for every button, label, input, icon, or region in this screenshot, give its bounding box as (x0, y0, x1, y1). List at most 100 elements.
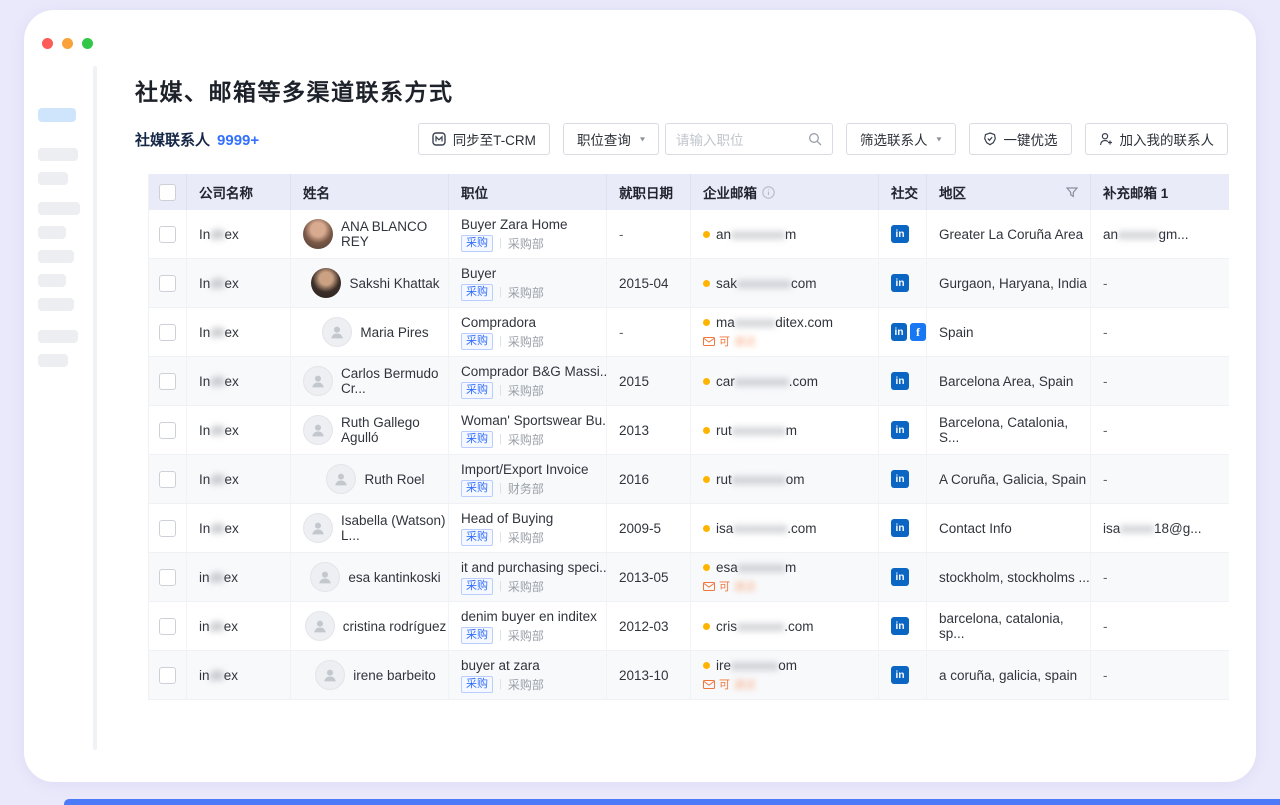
company-email[interactable]: isaxxxxxxxx.com (703, 521, 878, 536)
sidebar-skeleton-item-active[interactable] (38, 108, 76, 122)
company-email[interactable]: sakxxxxxxxxcom (703, 276, 878, 291)
masked-text: dit (210, 374, 224, 389)
linkedin-icon[interactable]: in (891, 323, 907, 341)
company-email[interactable]: anxxxxxxxxm (703, 227, 878, 242)
region: a coruña, galicia, spain (939, 668, 1090, 683)
department-label: 采购部 (508, 627, 544, 644)
row-checkbox[interactable] (159, 275, 176, 292)
info-icon[interactable] (762, 186, 775, 199)
position-tags: 采购|采购部 (461, 431, 606, 448)
linkedin-icon[interactable]: in (891, 372, 909, 390)
row-checkbox[interactable] (159, 324, 176, 341)
facebook-icon[interactable]: f (910, 323, 926, 341)
text-visible: m (785, 227, 796, 242)
company-email[interactable]: maxxxxxxditex.com (703, 315, 878, 330)
position-cell: Buyer Zara Home采购|采购部 (449, 210, 607, 258)
linkedin-icon[interactable]: in (891, 274, 909, 292)
table-row[interactable]: InditexIsabella (Watson) L...Head of Buy… (149, 504, 1229, 553)
company-email[interactable]: carxxxxxxxx.com (703, 374, 878, 389)
linkedin-icon[interactable]: in (891, 519, 909, 537)
extra-email[interactable]: anxxxxxxgm... (1103, 227, 1228, 242)
position-title: Woman' Sportswear Bu... (461, 413, 606, 428)
avatar-placeholder-icon (322, 317, 352, 347)
start-date-cell: - (607, 308, 691, 356)
extra-email-empty: - (1103, 570, 1228, 585)
position-query-dropdown[interactable]: 职位查询 ▾ (563, 123, 659, 155)
table-row[interactable]: InditexCarlos Bermudo Cr...Comprador B&G… (149, 357, 1229, 406)
row-checkbox[interactable] (159, 520, 176, 537)
company-email[interactable]: rutxxxxxxxxom (703, 472, 878, 487)
region-cell: a coruña, galicia, spain (927, 651, 1091, 699)
company-cell: Inditex (187, 504, 291, 552)
start-date: - (619, 325, 690, 340)
filter-contacts-dropdown[interactable]: 筛选联系人 ▾ (846, 123, 956, 155)
table-row[interactable]: InditexMaria PiresCompradora采购|采购部-maxxx… (149, 308, 1229, 357)
position-title: Compradora (461, 315, 606, 330)
extra-email-empty: - (1103, 423, 1228, 438)
linkedin-icon[interactable]: in (891, 470, 909, 488)
row-checkbox[interactable] (159, 226, 176, 243)
toolbar: 社媒联系人 9999+ 同步至T-CRM 职位查询 ▾ 请输入职位 (135, 122, 1228, 156)
table-row[interactable]: inditexirene barbeitobuyer at zara采购|采购部… (149, 651, 1229, 700)
company-email-cell: sakxxxxxxxxcom (691, 259, 879, 307)
row-checkbox[interactable] (159, 422, 176, 439)
company-email[interactable]: rutxxxxxxxxm (703, 423, 878, 438)
table-row[interactable]: InditexANA BLANCO REYBuyer Zara Home采购|采… (149, 210, 1229, 259)
position-tags: 采购|采购部 (461, 333, 606, 350)
extra-email[interactable]: isaxxxxx18@g... (1103, 521, 1228, 536)
region: Barcelona, Catalonia, S... (939, 415, 1090, 445)
position-cell: Compradora 采购|采购部 (449, 308, 607, 356)
filter-funnel-icon[interactable] (1066, 187, 1078, 198)
select-all-checkbox[interactable] (159, 184, 176, 201)
company-name: inditex (199, 668, 290, 683)
position-cell: Woman' Sportswear Bu... 采购|采购部 (449, 406, 607, 454)
text-visible: 可 (719, 333, 730, 349)
minimize-window-icon[interactable] (62, 38, 73, 49)
table-row[interactable]: inditexesa kantinkoskiit and purchasing … (149, 553, 1229, 602)
company-email[interactable]: irexxxxxxxom (703, 658, 878, 673)
text-visible: .com (789, 374, 818, 389)
table-row[interactable]: inditexcristina rodríguezdenim buyer en … (149, 602, 1229, 651)
position-tags: 采购|采购部 (461, 627, 606, 644)
department-label: 采购部 (508, 431, 544, 448)
row-checkbox[interactable] (159, 667, 176, 684)
linkedin-icon[interactable]: in (891, 617, 909, 635)
sidebar-skeleton-item (38, 226, 66, 239)
sync-to-tcrm-button[interactable]: 同步至T-CRM (418, 123, 550, 155)
region-cell: Greater La Coruña Area (927, 210, 1091, 258)
contact-name: irene barbeito (353, 668, 436, 683)
row-checkbox[interactable] (159, 471, 176, 488)
table-row[interactable]: InditexRuth RoelImport/Export Invoice采购|… (149, 455, 1229, 504)
company-email[interactable]: esaxxxxxxxm (703, 560, 878, 575)
masked-text: xxxxxxxx (732, 423, 786, 438)
linkedin-icon[interactable]: in (891, 568, 909, 586)
name-cell: Maria Pires (291, 308, 449, 356)
position-title: Import/Export Invoice (461, 462, 606, 477)
company-cell: Inditex (187, 259, 291, 307)
row-checkbox[interactable] (159, 618, 176, 635)
avatar-photo (303, 219, 333, 249)
search-icon[interactable] (808, 132, 822, 146)
optimize-badge-icon (983, 132, 997, 146)
row-checkbox[interactable] (159, 569, 176, 586)
linkedin-icon[interactable]: in (891, 225, 909, 243)
add-to-my-contacts-button[interactable]: 加入我的联系人 (1085, 123, 1229, 155)
avatar-placeholder-icon (303, 513, 333, 543)
position-search-input[interactable]: 请输入职位 (665, 123, 833, 155)
company-cell: Inditex (187, 357, 291, 405)
maximize-window-icon[interactable] (82, 38, 93, 49)
one-click-optimize-button[interactable]: 一键优选 (969, 123, 1072, 155)
position-title: Buyer (461, 266, 606, 281)
contact-name: cristina rodríguez (343, 619, 447, 634)
table-row[interactable]: InditexSakshi KhattakBuyer采购|采购部2015-04s… (149, 259, 1229, 308)
text-visible: esa (716, 560, 738, 575)
masked-text: 送达 (734, 333, 756, 349)
department-label: 采购部 (508, 333, 544, 350)
table-row[interactable]: InditexRuth Gallego AgullóWoman' Sportsw… (149, 406, 1229, 455)
linkedin-icon[interactable]: in (891, 666, 909, 684)
close-window-icon[interactable] (42, 38, 53, 49)
linkedin-icon[interactable]: in (891, 421, 909, 439)
company-name: inditex (199, 570, 290, 585)
row-checkbox[interactable] (159, 373, 176, 390)
company-email[interactable]: crisxxxxxxx.com (703, 619, 878, 634)
